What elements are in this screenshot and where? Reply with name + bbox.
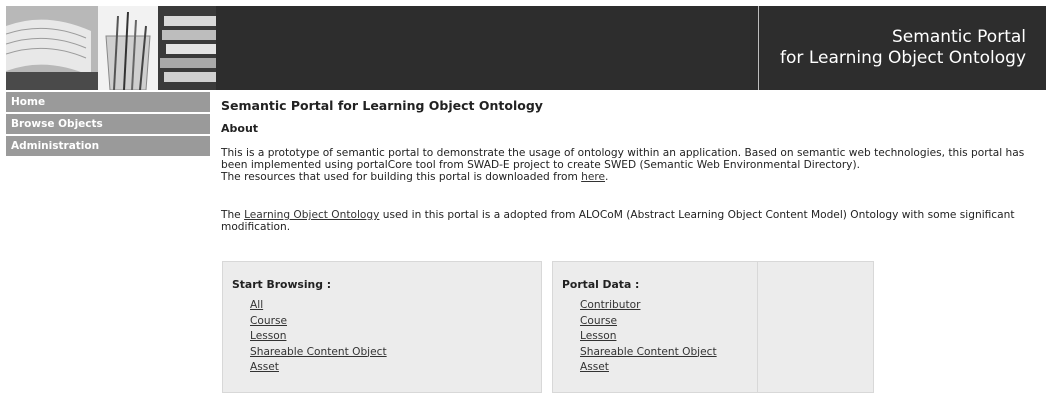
site-title: Semantic Portal for Learning Object Onto… bbox=[780, 27, 1026, 69]
main-content: Semantic Portal for Learning Object Onto… bbox=[221, 98, 1041, 393]
list-item: Contributor bbox=[580, 298, 717, 314]
header-banner: Semantic Portal for Learning Object Onto… bbox=[6, 6, 1046, 90]
start-browsing-box: Start Browsing : All Course Lesson Share… bbox=[222, 261, 542, 393]
portal-data-title: Portal Data : bbox=[562, 278, 640, 291]
portal-data-box: Portal Data : Contributor Course Lesson … bbox=[552, 261, 874, 393]
sidebar-item-home[interactable]: Home bbox=[6, 92, 210, 112]
box-divider bbox=[757, 262, 758, 392]
info-boxes: Start Browsing : All Course Lesson Share… bbox=[221, 261, 881, 393]
list-item: Asset bbox=[250, 360, 387, 376]
here-link[interactable]: here bbox=[581, 171, 605, 183]
data-course-link[interactable]: Course bbox=[580, 315, 617, 327]
data-sco-link[interactable]: Shareable Content Object bbox=[580, 346, 717, 358]
browse-sco-link[interactable]: Shareable Content Object bbox=[250, 346, 387, 358]
list-item: Course bbox=[580, 314, 717, 330]
about-heading: About bbox=[221, 122, 259, 135]
data-lesson-link[interactable]: Lesson bbox=[580, 330, 616, 342]
start-browsing-title: Start Browsing : bbox=[232, 278, 332, 291]
resources-text-end: . bbox=[605, 171, 609, 183]
sidebar-item-administration[interactable]: Administration bbox=[6, 136, 210, 156]
list-item: Shareable Content Object bbox=[250, 345, 387, 361]
browse-lesson-link[interactable]: Lesson bbox=[250, 330, 286, 342]
list-item: All bbox=[250, 298, 387, 314]
site-title-line1: Semantic Portal bbox=[892, 27, 1026, 47]
list-item: Shareable Content Object bbox=[580, 345, 717, 361]
page-title: Semantic Portal for Learning Object Onto… bbox=[221, 98, 543, 113]
browse-all-link[interactable]: All bbox=[250, 299, 263, 311]
ontology-paragraph: The Learning Object Ontology used in thi… bbox=[221, 209, 1041, 233]
site-title-line2: for Learning Object Ontology bbox=[780, 48, 1026, 68]
list-item: Asset bbox=[580, 360, 717, 376]
header-divider bbox=[758, 6, 759, 90]
portal-data-list: Contributor Course Lesson Shareable Cont… bbox=[580, 298, 717, 376]
list-item: Course bbox=[250, 314, 387, 330]
ontology-text-prefix: The bbox=[221, 209, 245, 221]
browse-course-link[interactable]: Course bbox=[250, 315, 287, 327]
books-pencils-illustration bbox=[6, 6, 216, 90]
about-text: This is a prototype of semantic portal t… bbox=[221, 147, 1025, 171]
start-browsing-list: All Course Lesson Shareable Content Obje… bbox=[250, 298, 387, 376]
list-item: Lesson bbox=[250, 329, 387, 345]
banner-books-image bbox=[6, 6, 216, 90]
sidebar-item-browse-objects[interactable]: Browse Objects bbox=[6, 114, 210, 134]
data-asset-link[interactable]: Asset bbox=[580, 361, 609, 373]
sidebar-nav: Home Browse Objects Administration bbox=[6, 92, 210, 158]
data-contributor-link[interactable]: Contributor bbox=[580, 299, 640, 311]
about-paragraph: This is a prototype of semantic portal t… bbox=[221, 147, 1041, 183]
browse-asset-link[interactable]: Asset bbox=[250, 361, 279, 373]
resources-text: The resources that used for building thi… bbox=[221, 171, 582, 183]
list-item: Lesson bbox=[580, 329, 717, 345]
learning-object-ontology-link[interactable]: Learning Object Ontology bbox=[244, 209, 379, 221]
